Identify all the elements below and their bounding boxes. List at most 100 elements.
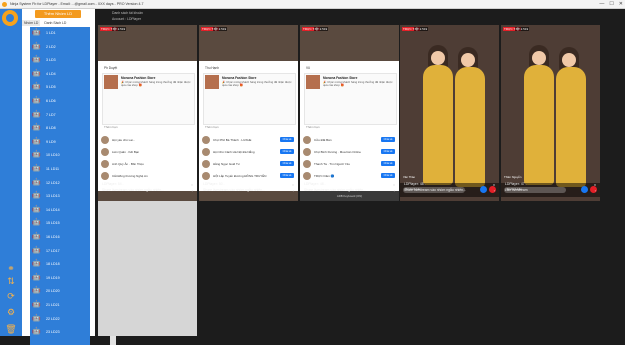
group-row[interactable]: Liên Quân · Kết Bạn (98, 147, 197, 157)
expand-icon[interactable]: › (494, 188, 495, 193)
group-avatar (202, 148, 210, 156)
device-label: 5 LD5 (46, 85, 56, 90)
link-icon[interactable]: ⚭ (5, 263, 17, 273)
android-icon: 🤖 (32, 124, 41, 132)
sync-icon[interactable]: ⟳ (5, 291, 17, 301)
group-avatar (202, 136, 210, 144)
group-avatar (202, 160, 210, 168)
share-button[interactable]: Chia sẻ (381, 173, 395, 178)
search-placeholder[interactable]: Thêm bạn (104, 125, 118, 129)
maximize-button[interactable]: ☐ (609, 1, 613, 7)
group-row[interactable]: Cắt Đồng thương Nghệ An (98, 171, 197, 181)
group-row[interactable]: Chợ Phố Bá Thành · LUXHE Chia sẻ (199, 135, 298, 145)
group-row[interactable]: TRỰC Dâm 🔵 Chia sẻ (300, 171, 399, 181)
tab-device-list[interactable]: Danh Sách LD (42, 20, 68, 26)
left-rail: ⚭ ⇅ ⟳ ⚙ 🗑 (0, 9, 22, 336)
group-row[interactable]: Hằng Ngọc Guid Tư Chia sẻ (199, 159, 298, 169)
close-emulator-icon[interactable]: x (191, 182, 193, 187)
task-status: Like livestream (505, 188, 528, 192)
person-face (532, 51, 546, 65)
group-row[interactable]: Thanh Tà · Tìm Người Yêu Chia sẻ (300, 159, 399, 169)
device-label: 1 LD1 (46, 31, 56, 35)
device-item[interactable]: 🤖 15 LD15 (30, 217, 90, 229)
group-row[interactable]: HỘI Lắp Tuyển Đường ĐÔNG TRUYỀN Chia sẻ (199, 171, 298, 181)
tab-group[interactable]: Nhóm LD (22, 20, 41, 26)
device-item[interactable]: 🤖 10 LD10 (30, 149, 90, 161)
device-item[interactable]: 🤖 11 LD11 (30, 163, 90, 175)
device-item[interactable]: 🤖 1 LD1 (30, 27, 90, 39)
device-item[interactable]: 🤖 22 LD22 (30, 313, 90, 325)
group-row[interactable]: Hội Chó Cảnh Hà Nội Đà Nẵng Chia sẻ (199, 147, 298, 157)
device-item[interactable]: 🤖 4 LD4 (30, 68, 90, 80)
expand-icon[interactable]: › (394, 188, 395, 193)
share-button[interactable]: Chia sẻ (381, 161, 395, 166)
device-item[interactable]: 🤖 14 LD14 (30, 204, 90, 216)
android-icon: 🤖 (32, 205, 41, 213)
emulator-name: LDPlayer: 48 - (404, 182, 426, 186)
minimize-button[interactable]: — (599, 1, 604, 7)
device-label: 3 LD3 (46, 58, 56, 63)
device-label: 6 LD6 (46, 99, 56, 103)
close-button[interactable]: ✕ (619, 1, 623, 7)
account-info: Danh sách tài khoản Account : LDPlayer (98, 9, 625, 25)
device-item[interactable]: 🤖 2 LD2 (30, 41, 90, 53)
like-icon[interactable] (480, 186, 487, 193)
emulator-screen[interactable]: Thiên Nguyễn Viết bình luận TRỰC TIẾP 👁 … (501, 25, 600, 201)
device-item[interactable]: 🤖 18 LD18 (30, 258, 90, 270)
expand-icon[interactable]: › (192, 188, 193, 193)
device-label: 2 LD2 (46, 44, 56, 49)
device-label: 21 LD21 (46, 303, 60, 307)
android-icon: 🤖 (32, 137, 41, 145)
device-item[interactable]: 🤖 16 LD16 (30, 231, 90, 243)
viewer-count: 👁 2.519 (515, 27, 530, 31)
emulator-screen[interactable]: Vân Thảo Viết bình luận TRỰC TIẾP 👁 2.51… (400, 25, 499, 201)
device-item[interactable]: 🤖 23 LD23 (30, 326, 90, 338)
swap-icon[interactable]: ⇅ (5, 276, 17, 286)
person (423, 65, 453, 185)
share-button[interactable]: Chia sẻ (280, 149, 294, 154)
person (455, 67, 485, 187)
device-item[interactable]: 🤖 8 LD8 (30, 122, 90, 134)
share-button[interactable]: Chia sẻ (280, 173, 294, 178)
emulator-screen[interactable]: Ph Duyệt Monona Fashion Store 🎉 Chúc mừn… (98, 25, 197, 201)
device-item[interactable]: 🤖 17 LD17 (30, 245, 90, 257)
add-group-button[interactable]: Thêm Nhóm LD (35, 10, 81, 18)
app-icon (2, 1, 7, 7)
like-icon[interactable] (581, 186, 588, 193)
emulator-screen[interactable]: Vũ Monona Fashion Store 🎉 Chúc mừng khác… (300, 25, 399, 201)
device-item[interactable]: 🤖 21 LD21 (30, 299, 90, 311)
device-item[interactable]: 🤖 20 LD20 (30, 285, 90, 297)
device-item[interactable]: 🤖 7 LD7 (30, 109, 90, 121)
comment-author: Vân Thảo (403, 175, 416, 179)
trash-icon[interactable]: 🗑 (5, 324, 17, 334)
share-button[interactable]: Chia sẻ (381, 137, 395, 142)
device-label: 23 LD23 (46, 330, 60, 335)
group-row[interactable]: Anh Quỳ Ân · Bốn Triệu (98, 159, 197, 169)
settings-icon[interactable]: ⚙ (5, 307, 17, 317)
group-row[interactable]: Cửu Đất Bán Chia sẻ (300, 135, 399, 145)
close-emulator-icon[interactable]: x (594, 182, 596, 187)
device-item[interactable]: 🤖 5 LD5 (30, 81, 90, 93)
group-row[interactable]: Hội yêu chó Lai... (98, 135, 197, 145)
device-item[interactable]: 🤖 9 LD9 (30, 136, 90, 148)
android-icon: 🤖 (32, 178, 41, 186)
device-item[interactable]: 🤖 3 LD3 (30, 54, 90, 66)
expand-icon[interactable]: › (595, 188, 596, 193)
search-placeholder[interactable]: Thêm bạn (205, 125, 219, 129)
group-row[interactable]: Chợ Bình Dương · Mua bán Online Chia sẻ (300, 147, 399, 157)
device-item[interactable]: 🤖 12 LD12 (30, 177, 90, 189)
search-placeholder[interactable]: Thêm bạn (306, 125, 320, 129)
share-button[interactable]: Chia sẻ (280, 161, 294, 166)
share-button[interactable]: Chia sẻ (280, 137, 294, 142)
device-item[interactable]: 🤖 6 LD6 (30, 95, 90, 107)
close-emulator-icon[interactable]: x (292, 182, 294, 187)
emulator-name: LDPlayer: 48 - (304, 182, 326, 186)
android-icon: 🤖 (32, 42, 41, 50)
share-button[interactable]: Chia sẻ (381, 149, 395, 154)
expand-icon[interactable]: › (293, 188, 294, 193)
device-item[interactable]: 🤖 19 LD19 (30, 272, 90, 284)
close-emulator-icon[interactable]: x (493, 182, 495, 187)
close-emulator-icon[interactable]: x (393, 182, 395, 187)
emulator-screen[interactable]: Thu Hạnh Monona Fashion Store 🎉 Chúc mừn… (199, 25, 298, 201)
device-item[interactable]: 🤖 13 LD13 (30, 190, 90, 202)
